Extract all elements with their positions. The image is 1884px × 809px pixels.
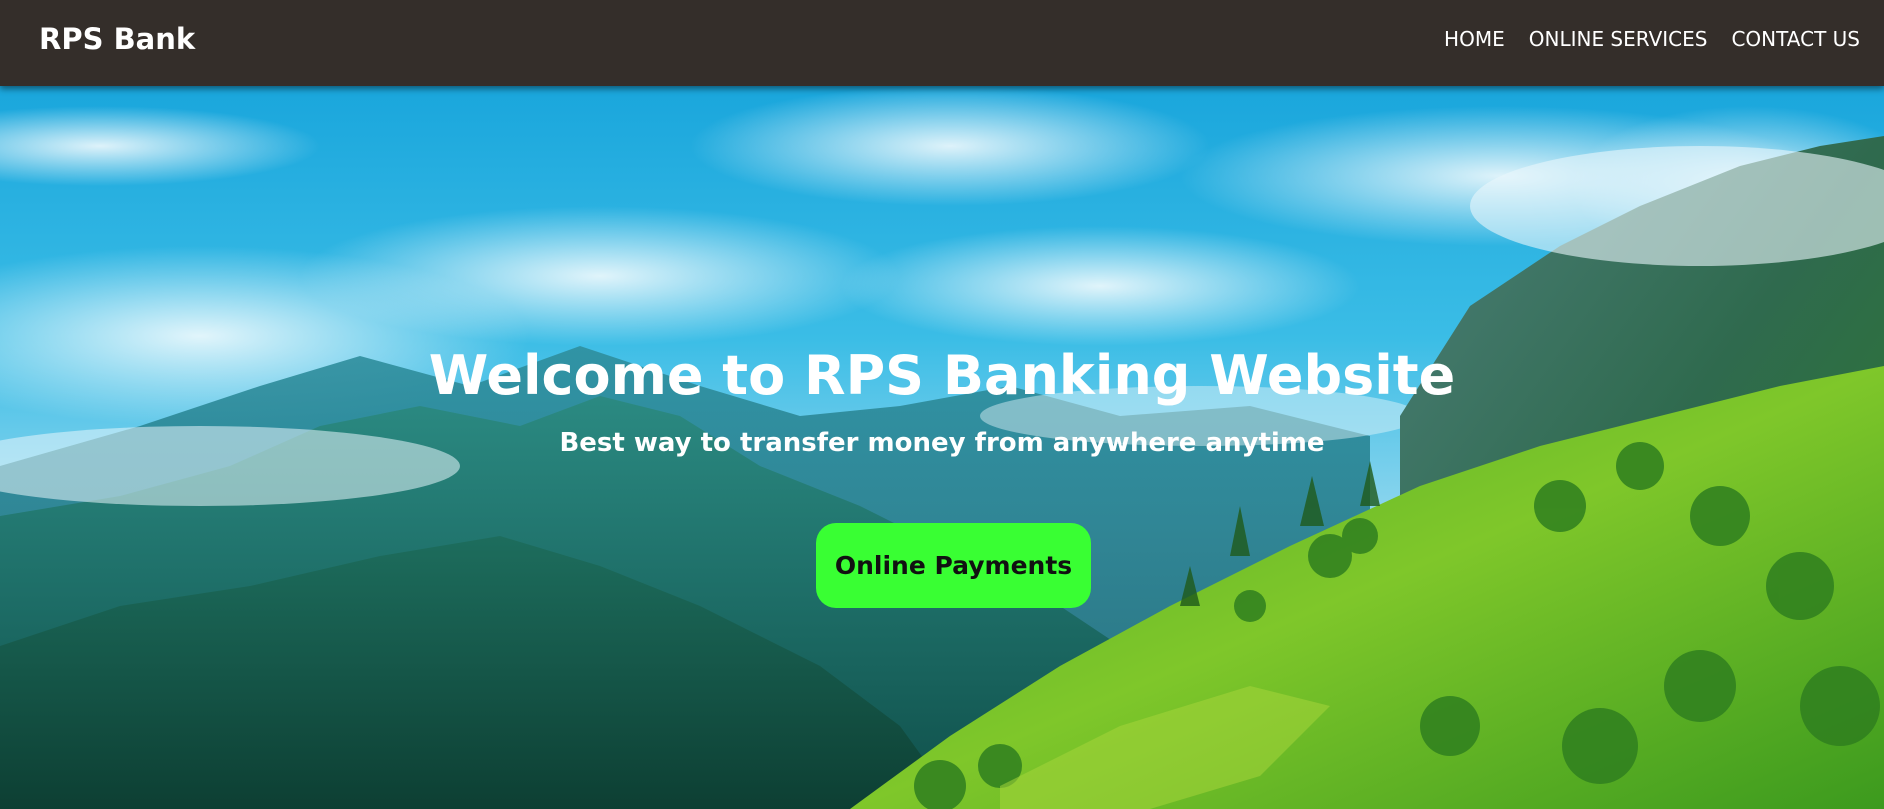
nav-link-home[interactable]: HOME bbox=[1444, 27, 1505, 51]
hero-title: Welcome to RPS Banking Website bbox=[428, 344, 1456, 407]
online-payments-button[interactable]: Online Payments bbox=[816, 523, 1091, 608]
brand-logo-link[interactable]: RPS Bank bbox=[39, 22, 195, 56]
nav-link-online-services[interactable]: ONLINE SERVICES bbox=[1529, 27, 1708, 51]
nav-link-contact-us[interactable]: CONTACT US bbox=[1731, 27, 1860, 51]
hero-subtitle: Best way to transfer money from anywhere… bbox=[559, 428, 1325, 458]
hero-section: Welcome to RPS Banking Website Best way … bbox=[0, 86, 1884, 809]
nav-menu: HOME ONLINE SERVICES CONTACT US bbox=[1444, 27, 1860, 51]
navbar: RPS Bank HOME ONLINE SERVICES CONTACT US bbox=[0, 0, 1884, 86]
hero-content: Welcome to RPS Banking Website Best way … bbox=[0, 86, 1884, 809]
